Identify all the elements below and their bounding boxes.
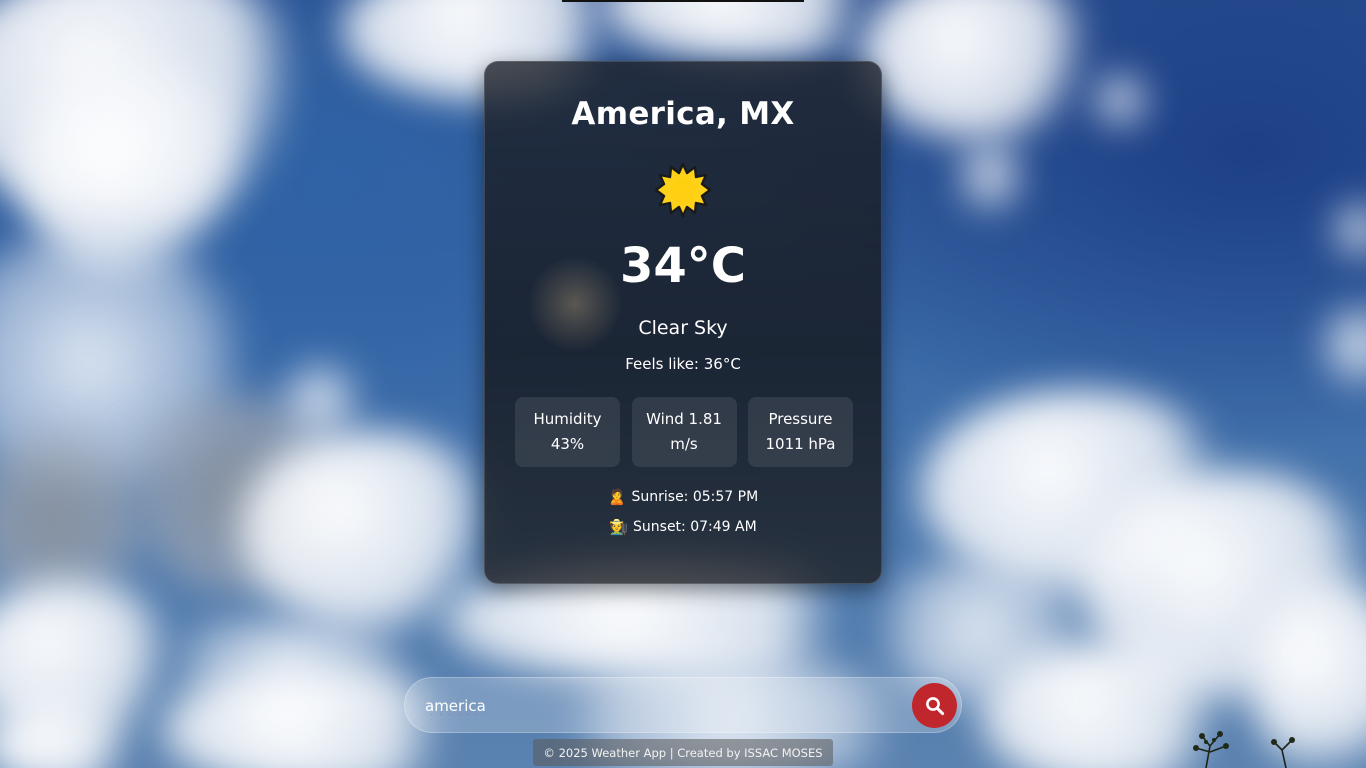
humidity-stat: Humidity 43% <box>515 397 620 467</box>
sunrise-row: 🙎 Sunrise: 05:57 PM <box>485 488 881 506</box>
sun-icon <box>655 162 711 218</box>
sunrise-time: Sunrise: 05:57 PM <box>631 489 759 505</box>
city-name: America, MX <box>571 96 795 132</box>
humidity-label: Humidity <box>533 410 602 428</box>
weather-condition: Clear Sky <box>638 317 728 339</box>
pressure-stat: Pressure 1011 hPa <box>748 397 853 467</box>
wind-label: Wind 1.81 <box>646 410 722 428</box>
tree-silhouette <box>1193 731 1295 768</box>
search-bar <box>404 677 962 733</box>
search-input[interactable] <box>425 688 905 724</box>
pressure-value: 1011 hPa <box>765 435 836 453</box>
humidity-value: 43% <box>550 435 585 453</box>
temperature: 34°C <box>619 238 747 294</box>
search-button[interactable] <box>912 683 957 728</box>
sunset-row: 🧑‍🌾 Sunset: 07:49 AM <box>485 518 881 536</box>
weather-stats: Humidity 43% Wind 1.81 m/s Pressure 1011… <box>515 397 853 467</box>
pressure-label: Pressure <box>768 410 833 428</box>
footer-text: © 2025 Weather App | Created by ISSAC MO… <box>543 745 823 760</box>
sunset-time: Sunset: 07:49 AM <box>633 519 757 535</box>
feels-like: Feels like: 36°C <box>625 355 741 373</box>
search-icon <box>925 696 944 715</box>
footer: © 2025 Weather App | Created by ISSAC MO… <box>533 739 833 766</box>
weather-card: America, MX 34°C Clear Sky Feels like: 3… <box>484 61 882 584</box>
wind-value: m/s <box>670 435 698 453</box>
sunset-icon: 🧑‍🌾 <box>609 518 629 536</box>
sunrise-icon: 🙎 <box>607 488 627 506</box>
wind-stat: Wind 1.81 m/s <box>631 397 737 467</box>
top-divider <box>562 0 804 2</box>
